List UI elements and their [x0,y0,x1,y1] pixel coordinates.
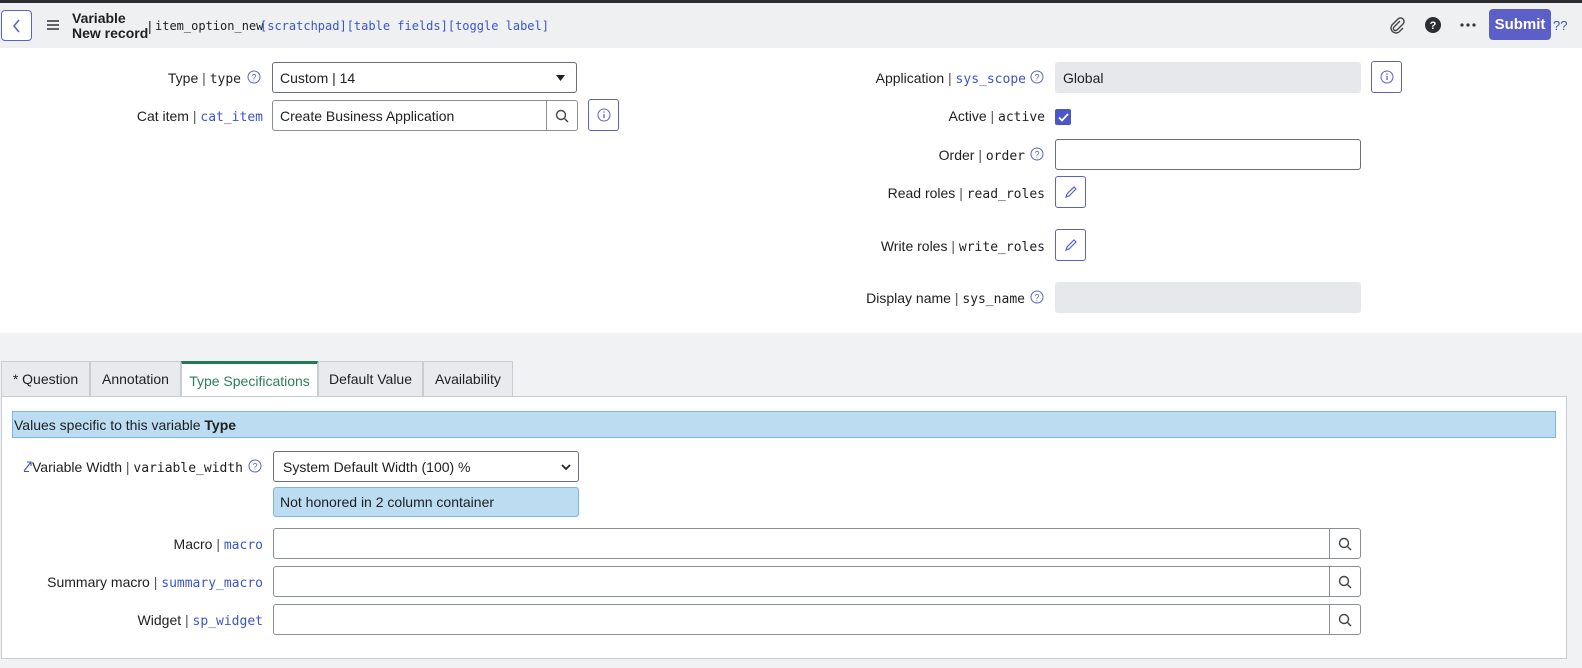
question-icon[interactable]: ? [1030,290,1044,304]
tab-availability[interactable]: Availability [423,361,513,396]
widget-field[interactable] [273,604,1361,635]
tab-annotation[interactable]: Annotation [90,361,181,396]
svg-text:?: ? [251,73,256,83]
cat-item-info-button[interactable] [588,99,619,131]
question-icon[interactable]: ? [1030,70,1044,84]
cat-item-label: Cat item | cat_item [136,108,263,125]
order-field[interactable] [1055,139,1361,170]
question-icon[interactable]: ? [247,70,261,84]
menu-icon[interactable] [46,18,60,32]
table-name: item_option_new [155,19,264,33]
form-header: Variable New record | item_option_new [s… [0,3,1582,48]
display-name-label: Display name | sys_name [866,290,1025,307]
chevron-down-icon [561,464,571,471]
tab-question[interactable]: * Question [1,361,90,396]
help-icon[interactable]: ? [1424,16,1442,34]
type-select[interactable]: Custom | 14 [272,62,577,93]
read-roles-edit-button[interactable] [1055,176,1086,208]
back-icon [12,18,20,33]
info-icon [597,108,610,122]
macro-field[interactable] [273,528,1361,559]
read-roles-label: Read roles | read_roles [887,185,1045,202]
summary-macro-label: Summary macro | summary_macro [47,574,263,591]
svg-text:?: ? [1034,73,1039,83]
svg-text:?: ? [252,462,257,472]
info-banner: Values specific to this variable Type [12,411,1556,438]
svg-text:?: ? [1430,20,1437,32]
question-icon[interactable]: ? [248,459,262,473]
header-separator: | [148,18,152,34]
search-icon [1338,575,1352,588]
dropdown-arrow-icon [556,75,565,81]
svg-text:?: ? [1034,150,1039,160]
pencil-icon [1064,186,1077,198]
svg-text:?: ? [1034,293,1039,303]
attachment-icon[interactable] [1388,16,1406,34]
search-icon [1338,537,1352,550]
question-icon[interactable]: ? [1030,147,1044,161]
checkmark-icon [1057,112,1069,122]
widget-label: Widget | sp_widget [137,612,263,629]
widget-search-button[interactable] [1329,605,1360,634]
type-label: Type | type [167,70,241,87]
active-checkbox[interactable] [1055,109,1071,125]
application-field: Global [1055,62,1361,93]
header-links[interactable]: [scratchpad][table fields][toggle label] [260,19,549,33]
application-info-button[interactable] [1371,61,1402,93]
more-icon[interactable] [1459,16,1477,34]
cat-item-search-button[interactable] [546,101,577,130]
variable-width-label: Variable Width | variable_width [31,459,243,476]
search-icon [1338,613,1352,626]
cat-item-field[interactable]: Create Business Application [272,100,578,131]
help-link[interactable]: ?? [1553,18,1567,33]
submit-button[interactable]: Submit [1489,9,1551,40]
application-label: Application | sys_scope [875,70,1026,87]
order-label: Order | order [938,147,1025,164]
write-roles-label: Write roles | write_roles [880,238,1045,255]
info-icon [1380,70,1393,84]
tab-default-value[interactable]: Default Value [318,361,423,396]
active-label: Active | active [948,108,1045,125]
search-icon [555,109,569,122]
macro-search-button[interactable] [1329,529,1360,558]
summary-macro-search-button[interactable] [1329,567,1360,596]
display-name-field [1055,282,1361,313]
summary-macro-field[interactable] [273,566,1361,597]
pencil-icon [1064,239,1077,251]
back-button[interactable] [1,10,32,41]
variable-width-select[interactable]: System Default Width (100) % [273,451,579,482]
page-title: Variable New record [72,10,149,41]
macro-label: Macro | macro [173,536,263,553]
width-note: Not honored in 2 column container [273,487,579,517]
tab-type-specifications[interactable]: Type Specifications [181,361,318,397]
write-roles-edit-button[interactable] [1055,229,1086,261]
